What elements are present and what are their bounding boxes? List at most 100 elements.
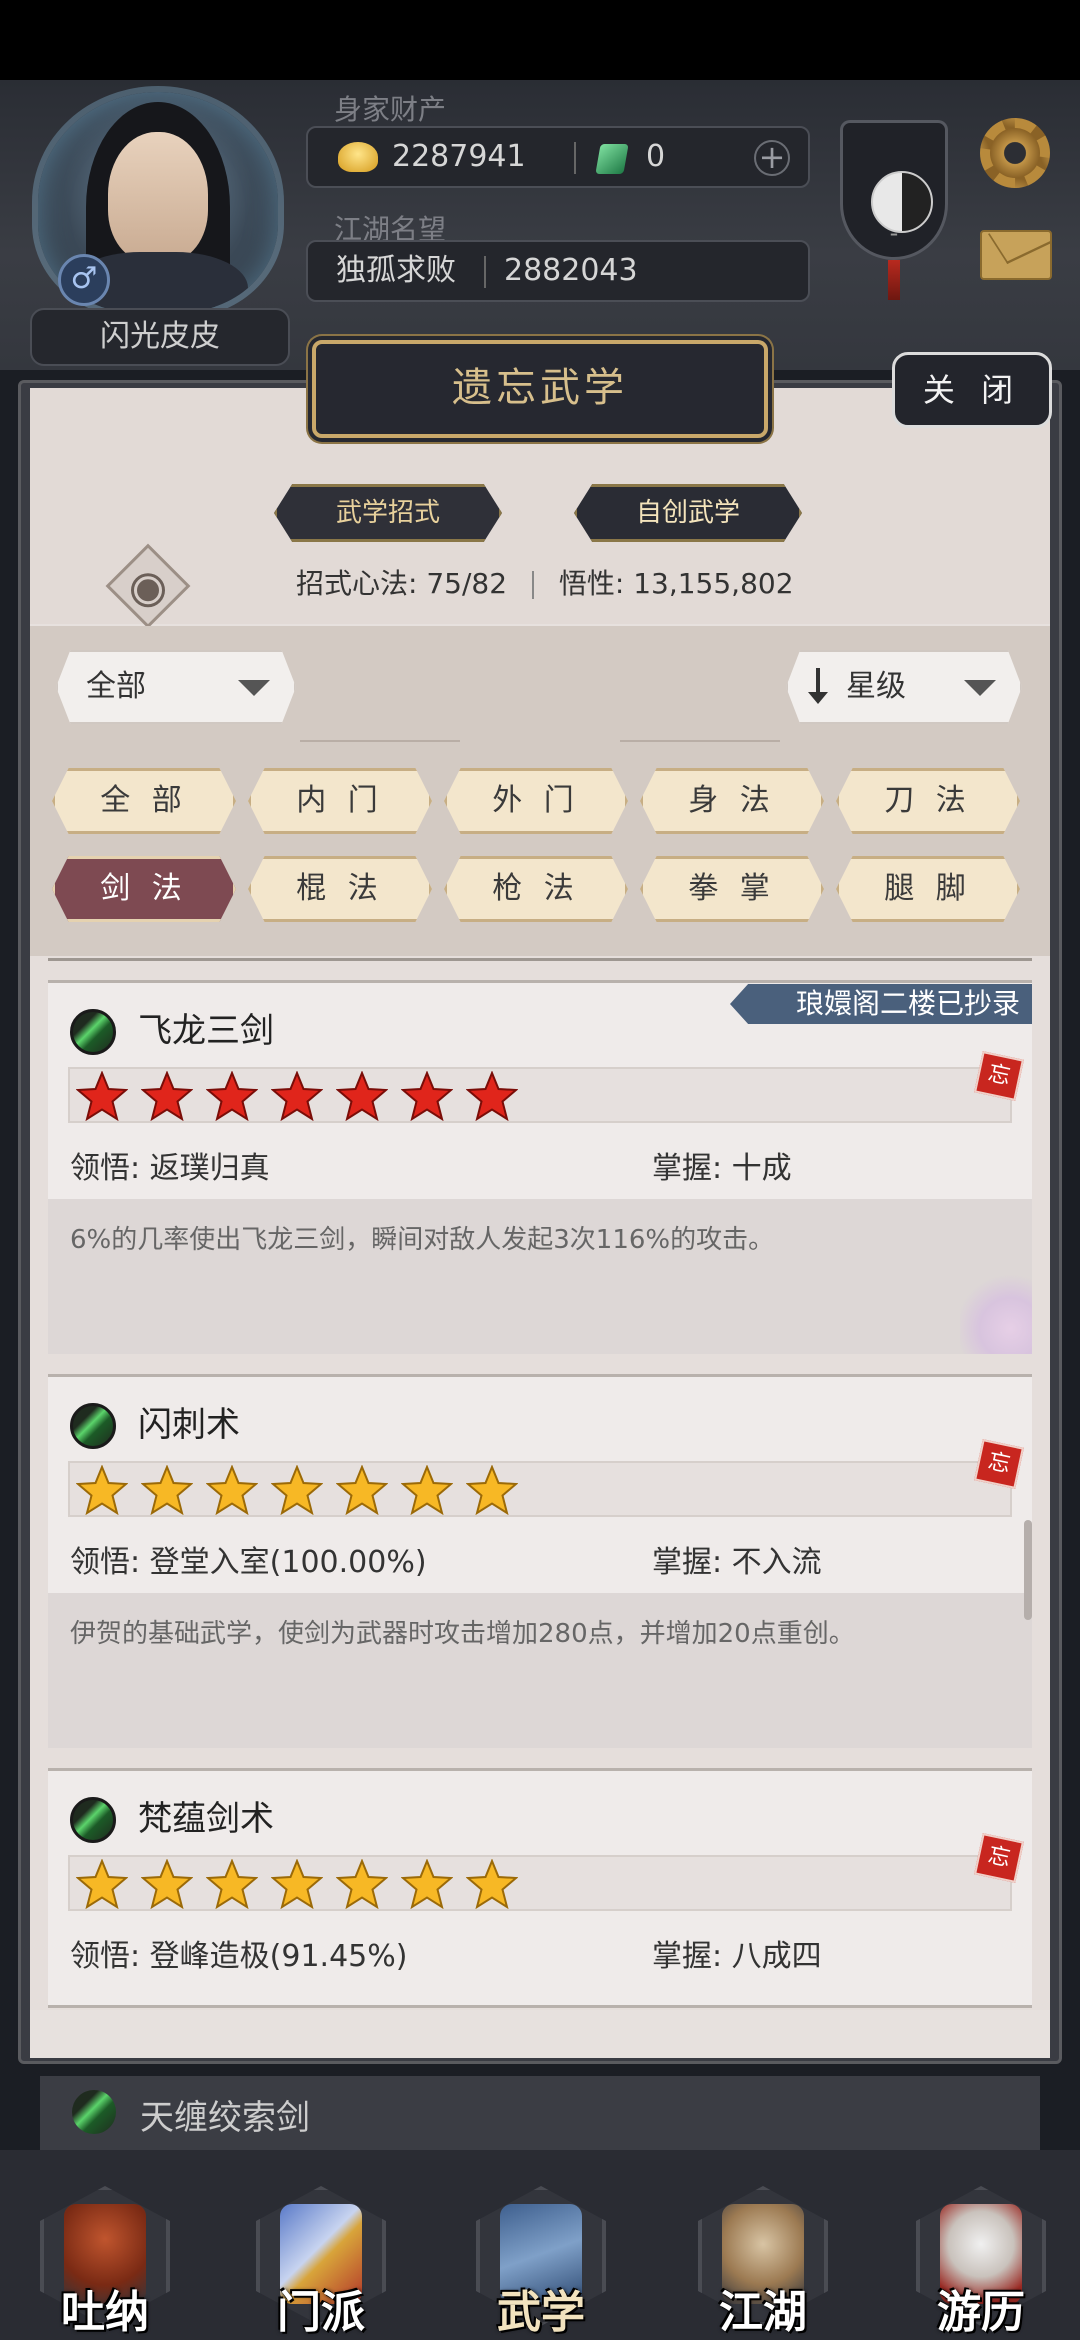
add-currency-button[interactable]: + — [754, 140, 790, 176]
sort-down-arrow-icon — [808, 668, 828, 704]
chevron-down-icon — [964, 680, 996, 696]
star-rating — [68, 1855, 1012, 1911]
mastery-info: 掌握: 不入流 — [652, 1537, 822, 1581]
mail-icon[interactable] — [980, 230, 1052, 280]
type-filter-dropdown[interactable]: 全部 — [56, 650, 296, 724]
category-tab[interactable]: 刀 法 — [836, 768, 1020, 834]
stats-line: 招式心法: 75/82 悟性: 13,155,802 — [296, 562, 794, 606]
divider — [531, 571, 534, 599]
skill-card[interactable]: 闪刺术领悟: 登堂入室(100.00%) 掌握: 不入流伊贺的基础武学，使剑为武器… — [48, 1374, 1032, 1748]
nav-item[interactable]: 吐纳 — [30, 2156, 180, 2340]
nav-label: 吐纳 — [61, 2287, 149, 2338]
star-icon — [270, 1858, 324, 1910]
category-tab[interactable]: 枪 法 — [444, 856, 628, 922]
star-icon — [400, 1070, 454, 1122]
badge-mark: - — [889, 219, 899, 247]
skill-description: 伊贺的基础武学，使剑为武器时攻击增加280点，并增加20点重创。 — [70, 1619, 855, 1649]
jade-amount: 0 — [646, 139, 666, 174]
comprehension-label: 领悟: — [70, 1151, 141, 1186]
category-tab[interactable]: 腿 脚 — [836, 856, 1020, 922]
male-gender-icon: ♂ — [58, 254, 110, 306]
gold-amount: 2287941 — [392, 139, 526, 174]
player-header: ♂ 闪光皮皮 身家财产 2287941 0 + 江湖名望 独孤求败 288204… — [0, 80, 1080, 370]
mastery-value: 不入流 — [731, 1545, 822, 1580]
divider — [484, 256, 486, 288]
forget-tag-icon[interactable]: 忘 — [974, 1833, 1024, 1883]
comprehension-info: 领悟: 返璞归真 — [70, 1143, 270, 1187]
panel-title: 遗忘武学 — [312, 340, 768, 438]
cloud-decoration — [960, 1270, 1032, 1354]
star-icon — [140, 1858, 194, 1910]
nav-item[interactable]: 游历 — [906, 2156, 1056, 2340]
skill-card[interactable]: 梵蕴剑术 领悟: 登峰造极(91.45%) 掌握: 八成四 忘 — [48, 1768, 1032, 2008]
ornament-divider — [620, 740, 780, 742]
avatar[interactable]: ♂ 闪光皮皮 — [20, 92, 290, 366]
sect-badge[interactable]: - — [834, 100, 954, 300]
star-icon — [465, 1070, 519, 1122]
list-scrollbar[interactable] — [1024, 1520, 1032, 1620]
category-tab[interactable]: 外 门 — [444, 768, 628, 834]
player-name: 闪光皮皮 — [30, 308, 290, 366]
nav-item[interactable]: 门派 — [246, 2156, 396, 2340]
category-tab[interactable]: 内 门 — [248, 768, 432, 834]
skill-name: 梵蕴剑术 — [138, 1799, 274, 1839]
sword-skill-icon — [72, 2090, 116, 2134]
wealth-bar: 2287941 0 + — [306, 126, 810, 188]
fame-amount: 2882043 — [504, 253, 638, 288]
star-icon — [205, 1858, 259, 1910]
mastery-label: 掌握: — [652, 1939, 723, 1974]
category-tab[interactable]: 身 法 — [640, 768, 824, 834]
star-icon — [400, 1858, 454, 1910]
avatar-face — [108, 132, 208, 262]
nav-label: 江湖 — [719, 2287, 807, 2338]
mastery-value: 八成四 — [731, 1939, 822, 1974]
tassel-icon — [888, 260, 900, 300]
sort-dropdown[interactable]: 星级 — [786, 650, 1022, 724]
skill-card[interactable]: 飞龙三剑 领悟: 返璞归真 掌握: 十成 6%的几率使出飞龙三剑，瞬间对敌人发起3次1… — [48, 980, 1032, 1354]
insight-value: 13,155,802 — [633, 567, 794, 600]
ornament-divider — [300, 740, 460, 742]
skill-name: 飞龙三剑 — [138, 1011, 274, 1051]
comprehension-value: 登堂入室(100.00%) — [149, 1545, 427, 1580]
forget-tag-icon[interactable]: 忘 — [974, 1439, 1024, 1489]
star-icon — [335, 1070, 389, 1122]
category-tab[interactable]: 全 部 — [52, 768, 236, 834]
moves-label: 招式心法: — [296, 567, 418, 600]
gear-icon[interactable] — [980, 118, 1050, 188]
close-button[interactable]: 关 闭 — [892, 352, 1052, 428]
tab-self-created[interactable]: 自创武学 — [574, 484, 802, 542]
nav-label: 门派 — [277, 2287, 365, 2338]
chevron-down-icon — [238, 680, 270, 696]
mastery-info: 掌握: 八成四 — [652, 1931, 822, 1975]
star-icon — [140, 1070, 194, 1122]
gold-ingot-icon — [338, 142, 378, 172]
star-rating — [68, 1067, 1012, 1123]
forget-tag-icon[interactable]: 忘 — [974, 1051, 1024, 1101]
comprehension-label: 领悟: — [70, 1545, 141, 1580]
star-icon — [140, 1464, 194, 1516]
star-icon — [465, 1464, 519, 1516]
nav-label: 游历 — [937, 2287, 1025, 2338]
list-item[interactable]: 天缠绞索剑 — [40, 2076, 1040, 2150]
category-tab[interactable]: 剑 法 — [52, 856, 236, 922]
skill-name: 天缠绞索剑 — [140, 2098, 310, 2138]
category-tab[interactable]: 棍 法 — [248, 856, 432, 922]
nav-item[interactable]: 江湖 — [688, 2156, 838, 2340]
comprehension-value: 返璞归真 — [149, 1151, 270, 1186]
category-tab[interactable]: 拳 掌 — [640, 856, 824, 922]
star-icon — [465, 1858, 519, 1910]
skill-name: 闪刺术 — [138, 1405, 240, 1445]
star-icon — [335, 1858, 389, 1910]
fame-title: 独孤求败 — [336, 253, 456, 288]
list-edge — [48, 958, 1032, 961]
star-icon — [205, 1070, 259, 1122]
mastery-label: 掌握: — [652, 1545, 723, 1580]
sort-value: 星级 — [846, 669, 906, 704]
status-bar — [0, 0, 1080, 80]
mastery-info: 掌握: 十成 — [652, 1143, 792, 1187]
nav-item[interactable]: 武学 — [466, 2156, 616, 2340]
mastery-value: 十成 — [731, 1151, 792, 1186]
tab-martial-moves[interactable]: 武学招式 — [274, 484, 502, 542]
comprehension-value: 登峰造极(91.45%) — [149, 1939, 408, 1974]
insight-label: 悟性: — [558, 567, 625, 600]
